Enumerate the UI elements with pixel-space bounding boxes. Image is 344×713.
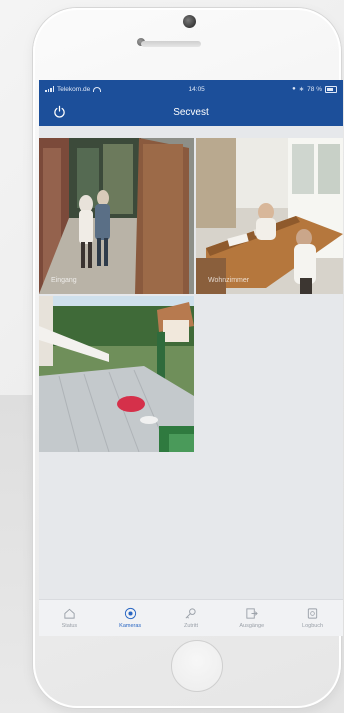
signal-icon (45, 86, 54, 92)
status-time: 14:05 (188, 85, 205, 93)
status-right: ● ∗ 78 % (292, 85, 337, 93)
tab-label: Ausgänge (239, 623, 265, 629)
home-button[interactable] (171, 640, 223, 692)
tab-label: Status (61, 623, 78, 629)
key-icon (186, 608, 197, 619)
carrier-info: Telekom.de (45, 85, 102, 93)
bluetooth-icon: ∗ (298, 86, 305, 93)
camera-tile-entrance[interactable]: Eingang (39, 138, 194, 294)
logbook-icon (307, 608, 318, 619)
camera-label: Wohnzimmer (208, 277, 250, 284)
app-screen: Telekom.de 14:05 ● ∗ 78 % Secvest Eingan… (39, 80, 343, 636)
phone-frame: Telekom.de 14:05 ● ∗ 78 % Secvest Eingan… (33, 8, 343, 708)
tab-kameras[interactable]: Kameras (102, 607, 158, 629)
tab-zutritt[interactable]: Zutritt (163, 607, 219, 629)
tab-label: Logbuch (302, 623, 324, 629)
camera-feed-image (39, 296, 194, 452)
tab-bar: Status Kameras Zutritt Ausgänge Logbuch (39, 599, 343, 636)
app-header: Secvest (39, 98, 343, 126)
tab-label: Kameras (119, 623, 142, 629)
earpiece-speaker (141, 41, 201, 47)
camera-tile-livingroom[interactable]: Wohnzimmer (196, 138, 343, 294)
battery-percent: 78 % (307, 85, 322, 93)
tab-logbuch[interactable]: Logbuch (285, 607, 341, 629)
exit-icon (246, 608, 259, 619)
power-icon[interactable] (53, 105, 66, 118)
carrier-name: Telekom.de (57, 85, 91, 93)
home-icon (64, 608, 75, 619)
camera-icon (124, 607, 136, 620)
camera-feed-image (39, 138, 194, 294)
app-title: Secvest (173, 106, 209, 118)
status-bar: Telekom.de 14:05 ● ∗ 78 % (39, 80, 343, 98)
location-icon: ● (292, 86, 296, 92)
camera-label: Eingang (51, 277, 77, 284)
tab-status[interactable]: Status (41, 607, 97, 629)
tab-label: Zutritt (183, 623, 199, 629)
camera-tile-garden[interactable] (39, 296, 194, 452)
tab-ausgaenge[interactable]: Ausgänge (224, 607, 280, 629)
camera-feed-image (196, 138, 343, 294)
wifi-icon (93, 86, 102, 92)
front-camera (183, 15, 196, 28)
battery-icon (325, 85, 337, 93)
